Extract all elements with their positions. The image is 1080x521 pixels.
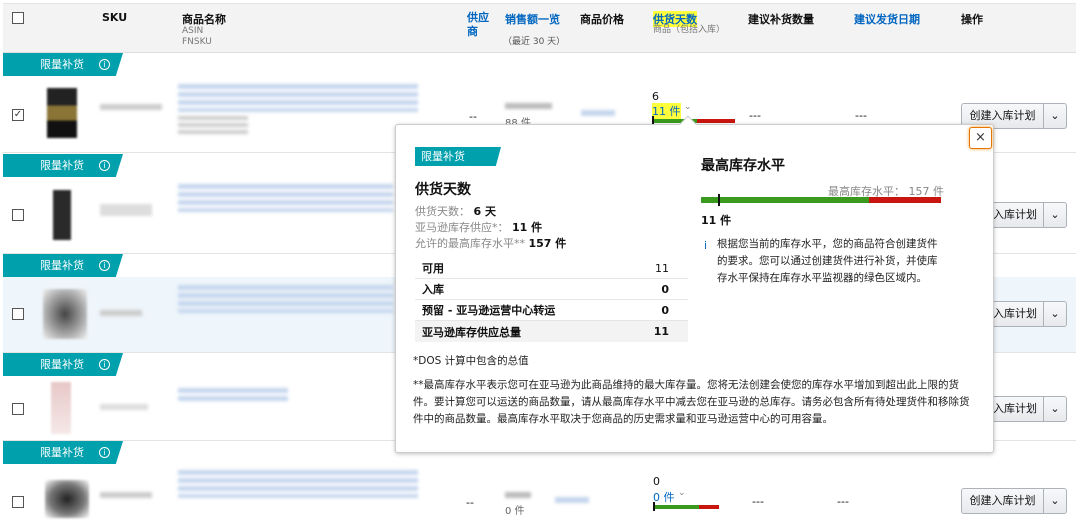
close-icon[interactable]: × [969,127,992,149]
create-inbound-plan-button[interactable]: 创建入库计划 [961,488,1044,514]
product-image[interactable] [51,382,71,434]
supplier-value: -- [466,496,474,509]
row-checkbox[interactable]: ✓ [12,109,24,121]
row-checkbox[interactable] [12,403,24,415]
sku-text [100,404,148,410]
col-action: 操作 [961,13,983,26]
limited-restock-banner: 限量补货 i [3,353,123,376]
max-level-title: 最高库存水平 [701,158,785,174]
product-name-link[interactable] [178,184,393,212]
sku-text [100,310,142,316]
table-row: -- 0 件 0 0 件 ⌄ --- --- 创建入库计划 ⌄ [3,464,1076,521]
dos-days: 0 [653,475,660,488]
product-image[interactable] [47,88,77,138]
sku-text [100,492,152,498]
info-icon: i [99,59,110,70]
sku-text [100,204,152,216]
action-dropdown-button[interactable]: ⌄ [1043,488,1067,514]
suggest-qty: --- [749,109,761,122]
table-header: SKU 商品名称 ASIN FNSKU 供应商 销售额一览 （最近 30 天） … [3,3,1076,53]
info-icon: i [99,160,110,171]
col-dos-sub: 商品（包括入库） [653,25,726,35]
col-supplier[interactable]: 供应商 [467,11,491,39]
price-value [555,497,589,503]
ship-date: --- [837,495,849,508]
dos-units-link[interactable]: 0 件 [653,489,675,505]
current-level: 11 件 [701,214,732,227]
limited-restock-banner: 限量补货 i [3,441,123,464]
product-name-link[interactable] [178,84,418,112]
col-price: 商品价格 [580,13,624,26]
chevron-down-icon[interactable]: ⌄ [678,488,686,498]
dos-title: 供货天数 [415,182,471,198]
product-name-link[interactable] [178,388,288,404]
asin-fnsku [178,116,248,136]
row-checkbox[interactable] [12,209,24,221]
max-level-row: 允许的最高库存水平** 157 件 [415,237,567,250]
col-ship-date[interactable]: 建议发货日期 [854,11,920,27]
supplier-value: -- [469,110,477,123]
table-row: 预留 - 亚马逊运营中心转运 0 [415,300,688,321]
dos-units-link[interactable]: 11 件 [652,103,681,119]
col-sales-sub: （最近 30 天） [503,37,566,47]
table-row: 可用 11 [415,258,688,279]
col-suggest-qty: 建议补货数量 [748,13,814,26]
footnote-dos: *DOS 计算中包含的总值 [413,355,529,367]
limited-restock-banner: 限量补货 i [3,254,123,277]
limited-restock-banner: 限量补货 i [3,154,123,177]
product-image[interactable] [45,480,89,518]
action-dropdown-button[interactable]: ⌄ [1043,396,1067,422]
action-dropdown-button[interactable]: ⌄ [1043,301,1067,327]
dos-days: 6 [652,90,659,103]
supply-row: 亚马逊库存供应*： 11 件 [415,221,543,234]
product-image[interactable] [53,190,71,240]
sales-units: 0 件 [505,506,525,517]
sales-value [505,103,552,109]
footnote-max-level: **最高库存水平表示您可在亚马逊为此商品维持的最大库存量。您将无法创建会使您的库… [413,379,970,425]
select-all-checkbox[interactable] [12,12,24,24]
inventory-level-bar [653,502,719,511]
chevron-down-icon[interactable]: ⌄ [684,102,692,112]
limited-restock-banner: 限量补货 i [3,53,123,76]
info-text: 根据您当前的库存水平，您的商品符合创建货件的要求。您可以通过创建货件进行补货，并… [717,238,938,284]
info-icon: i [99,260,110,271]
price-value [581,110,615,116]
row-checkbox[interactable] [12,308,24,320]
row-checkbox[interactable] [12,496,24,508]
info-icon: i [99,447,110,458]
sku-text [100,104,162,110]
limited-restock-tag: 限量补货 [415,147,501,166]
days-of-supply-popover: × 限量补货 供货天数 供货天数： 6 天 亚马逊库存供应*： 11 件 允许的… [395,115,994,453]
ship-date: --- [855,109,867,122]
dos-row: 供货天数： 6 天 [415,205,496,218]
supply-breakdown-table: 可用 11 入库 0 预留 - 亚马逊运营中心转运 0 亚马逊库存供应总量 11 [415,258,688,342]
action-dropdown-button[interactable]: ⌄ [1043,202,1067,228]
info-icon: i [99,359,110,370]
info-icon: i [704,239,708,252]
sales-value [505,492,531,498]
col-sales[interactable]: 销售额一览 [505,11,560,27]
table-row: 亚马逊库存供应总量 11 [415,321,688,342]
product-name-link[interactable] [178,470,418,498]
col-sku[interactable]: SKU [102,11,127,24]
table-row: 入库 0 [415,279,688,300]
product-image[interactable] [43,289,87,339]
action-dropdown-button[interactable]: ⌄ [1043,103,1067,129]
max-level-bar [701,194,941,206]
col-name-fnsku: FNSKU [182,37,212,47]
suggest-qty: --- [752,495,764,508]
product-name-link[interactable] [178,285,393,313]
